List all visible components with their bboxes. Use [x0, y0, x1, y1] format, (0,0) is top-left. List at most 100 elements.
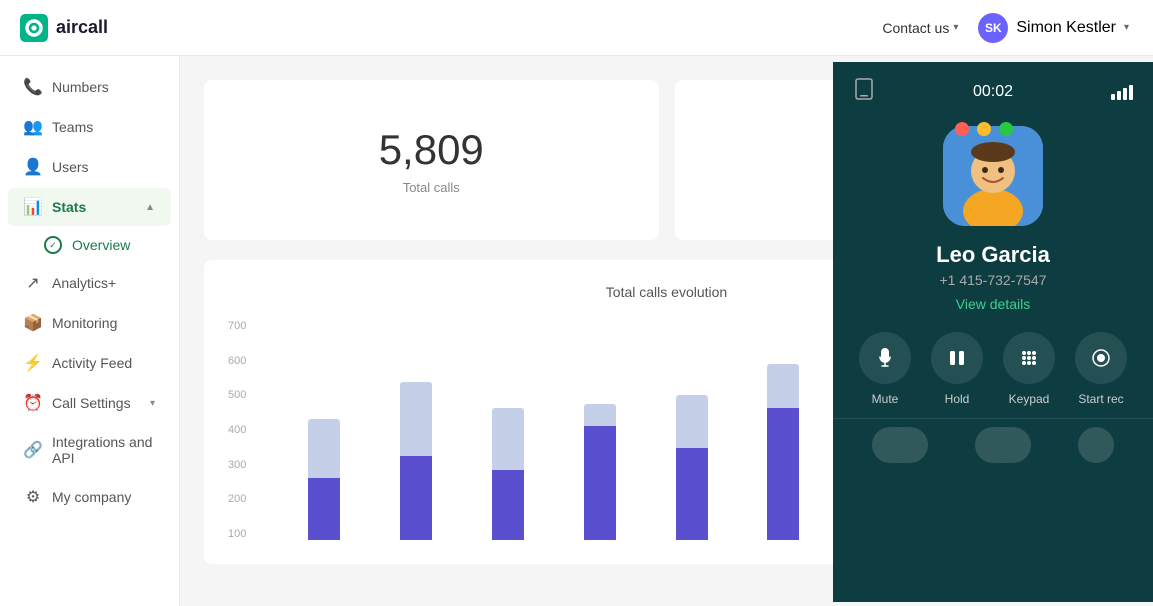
contact-photo-inner [943, 126, 1043, 226]
my-company-icon: ⚙ [24, 488, 42, 506]
bar-bottom-4 [584, 426, 616, 540]
bar-top-6 [767, 364, 799, 408]
sidebar-label-analytics: Analytics+ [52, 275, 155, 291]
window-maximize-button[interactable] [999, 122, 1013, 136]
window-close-button[interactable] [955, 122, 969, 136]
sidebar-label-stats: Stats [52, 199, 135, 215]
sidebar-label-integrations: Integrations and API [52, 434, 155, 466]
y-label-100: 100 [228, 528, 246, 540]
bar-stack-3 [492, 320, 524, 540]
sidebar-item-numbers[interactable]: 📞 Numbers [8, 68, 171, 106]
sidebar-item-stats[interactable]: 📊 Stats ▲ [8, 188, 171, 226]
hold-label: Hold [945, 392, 970, 406]
phone-header: 00:02 [833, 62, 1153, 114]
total-calls-card: 5,809 Total calls [204, 80, 659, 240]
bar-group-6 [737, 320, 829, 540]
bar-top-3 [492, 408, 524, 470]
y-label-200: 200 [228, 493, 246, 505]
mute-label: Mute [872, 392, 899, 406]
sidebar-item-users[interactable]: 👤 Users [8, 148, 171, 186]
contact-avatar [943, 126, 1043, 226]
chart-y-labels: 100 200 300 400 500 600 700 [228, 320, 246, 540]
sidebar-item-activity-feed[interactable]: ⚡ Activity Feed [8, 344, 171, 382]
bottom-action-2[interactable] [975, 427, 1031, 463]
sidebar-item-my-company[interactable]: ⚙ My company [8, 478, 171, 516]
bar-group-5 [646, 320, 738, 540]
sidebar-label-numbers: Numbers [52, 79, 155, 95]
keypad-icon [1003, 332, 1055, 384]
sidebar-label-call-settings: Call Settings [52, 395, 140, 411]
sidebar-item-monitoring[interactable]: 📦 Monitoring [8, 304, 171, 342]
teams-icon: 👥 [24, 118, 42, 136]
bottom-action-3[interactable] [1078, 427, 1114, 463]
contact-us-button[interactable]: Contact us ▾ [882, 20, 958, 36]
keypad-label: Keypad [1009, 392, 1050, 406]
bar-stack-6 [767, 320, 799, 540]
bar-stack-5 [676, 320, 708, 540]
sidebar-item-analytics[interactable]: ↗ Analytics+ [8, 264, 171, 302]
bar-top-1 [308, 419, 340, 478]
hold-icon [931, 332, 983, 384]
bar-group-2 [370, 320, 462, 540]
sidebar-item-overview[interactable]: ✓ Overview [0, 228, 179, 262]
bottom-action-1[interactable] [872, 427, 928, 463]
analytics-icon: ↗ [24, 274, 42, 292]
stats-icon: 📊 [24, 198, 42, 216]
call-settings-icon: ⏰ [24, 394, 42, 412]
mute-icon [859, 332, 911, 384]
keypad-button[interactable]: Keypad [1003, 332, 1055, 406]
y-label-700: 700 [228, 320, 246, 332]
mute-button[interactable]: Mute [859, 332, 911, 406]
bar-group-3 [462, 320, 554, 540]
users-icon: 👤 [24, 158, 42, 176]
bar-bottom-2 [400, 456, 432, 540]
total-calls-label: Total calls [403, 180, 460, 195]
y-label-600: 600 [228, 355, 246, 367]
bar-bottom-1 [308, 478, 340, 540]
start-rec-label: Start rec [1078, 392, 1123, 406]
signal-strength-icon [1111, 85, 1133, 100]
user-name: Simon Kestler [1016, 19, 1116, 37]
sidebar-item-integrations[interactable]: 🔗 Integrations and API [8, 424, 171, 476]
sidebar-label-teams: Teams [52, 119, 155, 135]
total-calls-value: 5,809 [379, 126, 484, 174]
sidebar-label-users: Users [52, 159, 155, 175]
user-menu[interactable]: SK Simon Kestler ▾ [978, 13, 1129, 43]
bar-stack-4 [584, 320, 616, 540]
contact-photo-svg [943, 126, 1043, 226]
logo: aircall [20, 14, 108, 42]
sidebar-label-activity-feed: Activity Feed [52, 355, 155, 371]
monitoring-icon: 📦 [24, 314, 42, 332]
bar-bottom-5 [676, 448, 708, 540]
bar-bottom-6 [767, 408, 799, 540]
header-right: Contact us ▾ SK Simon Kestler ▾ [882, 13, 1129, 43]
overview-indicator: ✓ [44, 236, 62, 254]
record-icon [1075, 332, 1127, 384]
hold-button[interactable]: Hold [931, 332, 983, 406]
logo-text: aircall [56, 17, 108, 38]
bottom-actions [833, 418, 1153, 471]
y-label-400: 400 [228, 424, 246, 436]
view-details-link[interactable]: View details [833, 296, 1153, 312]
start-rec-button[interactable]: Start rec [1075, 332, 1127, 406]
sidebar-label-my-company: My company [52, 489, 155, 505]
sidebar-item-teams[interactable]: 👥 Teams [8, 108, 171, 146]
bar-stack-1 [308, 320, 340, 540]
sidebar-label-monitoring: Monitoring [52, 315, 155, 331]
stats-arrow-icon: ▲ [145, 202, 155, 213]
bar-top-5 [676, 395, 708, 448]
bar-stack-2 [400, 320, 432, 540]
window-minimize-button[interactable] [977, 122, 991, 136]
call-settings-arrow-icon: ▾ [150, 398, 155, 409]
call-timer: 00:02 [973, 83, 1013, 101]
bar-top-2 [400, 382, 432, 457]
sidebar-item-call-settings[interactable]: ⏰ Call Settings ▾ [8, 384, 171, 422]
aircall-logo-icon [20, 14, 48, 42]
bar-top-4 [584, 404, 616, 426]
contact-name: Leo Garcia [833, 242, 1153, 268]
bar-bottom-3 [492, 470, 524, 540]
user-menu-chevron-icon: ▾ [1124, 22, 1129, 33]
y-label-300: 300 [228, 459, 246, 471]
app-header: aircall Contact us ▾ SK Simon Kestler ▾ [0, 0, 1153, 56]
integrations-icon: 🔗 [24, 441, 42, 459]
